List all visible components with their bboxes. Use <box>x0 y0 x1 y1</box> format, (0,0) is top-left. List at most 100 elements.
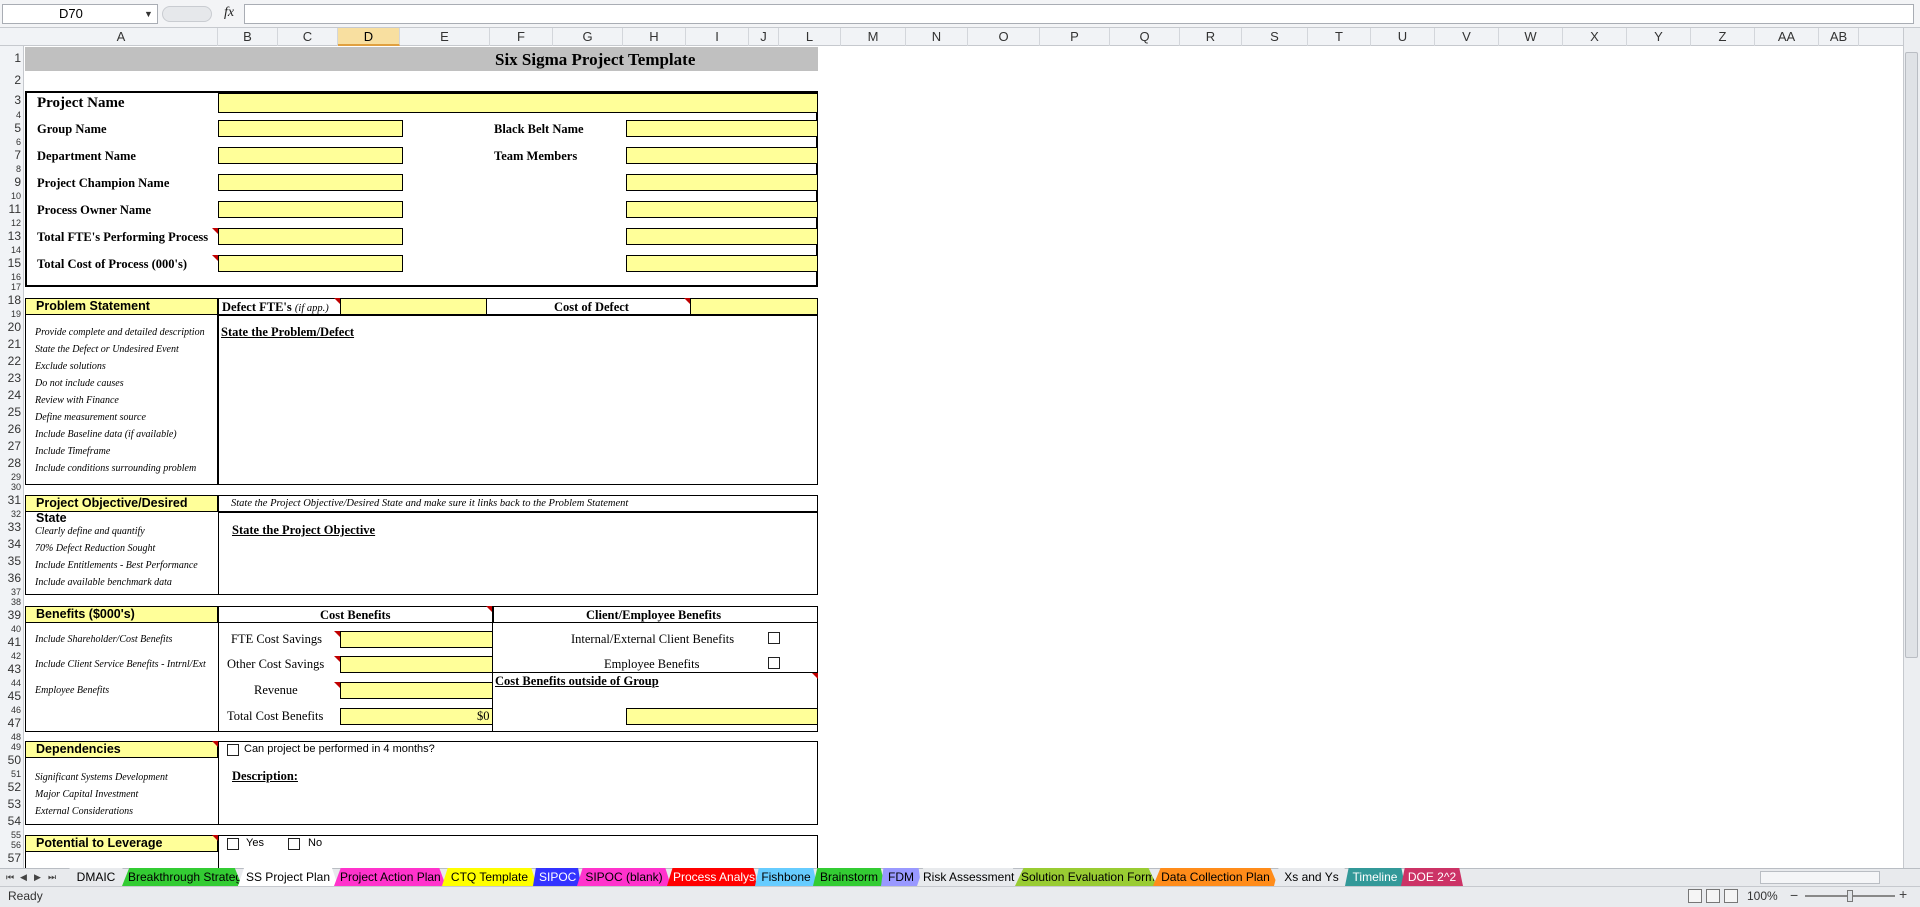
row-header-7[interactable]: 7 <box>0 147 23 164</box>
defect-fte-input[interactable] <box>340 298 487 315</box>
row-header-30[interactable]: 30 <box>0 482 23 492</box>
last-sheet-icon[interactable]: ⏭ <box>48 868 56 886</box>
row-header-3[interactable]: 3 <box>0 90 23 110</box>
row-header-44[interactable]: 44 <box>0 678 23 688</box>
page-break-view-icon[interactable] <box>1724 889 1738 903</box>
row-header-41[interactable]: 41 <box>0 634 23 651</box>
row-header-15[interactable]: 15 <box>0 255 23 272</box>
row-header-14[interactable]: 14 <box>0 245 23 255</box>
column-header-i[interactable]: I <box>686 28 749 46</box>
column-header-w[interactable]: W <box>1499 28 1563 46</box>
sheet-tab[interactable]: Breakthrough Strategy <box>122 868 242 886</box>
column-header-l[interactable]: L <box>779 28 841 46</box>
column-header-f[interactable]: F <box>490 28 553 46</box>
row-header-32[interactable]: 32 <box>0 509 23 519</box>
team-member-input-5[interactable] <box>626 255 818 272</box>
column-header-o[interactable]: O <box>968 28 1040 46</box>
internal-external-checkbox[interactable] <box>768 632 780 644</box>
revenue-input[interactable] <box>340 682 493 699</box>
cost-of-defect-input[interactable] <box>690 298 818 315</box>
column-header-x[interactable]: X <box>1563 28 1627 46</box>
fte-cost-savings-input[interactable] <box>340 631 493 648</box>
row-header-11[interactable]: 11 <box>0 201 23 218</box>
sheet-tab[interactable]: FDM <box>881 868 921 886</box>
formula-bar-resize-handle[interactable] <box>162 6 212 22</box>
row-header-20[interactable]: 20 <box>0 319 23 336</box>
comment-indicator-icon[interactable] <box>486 606 492 612</box>
row-header-12[interactable]: 12 <box>0 218 23 228</box>
column-header-s[interactable]: S <box>1242 28 1308 46</box>
horizontal-scrollbar[interactable] <box>1760 871 1880 884</box>
row-header-57[interactable]: 57 <box>0 850 23 867</box>
row-header-47[interactable]: 47 <box>0 715 23 732</box>
black-belt-input[interactable] <box>626 120 818 137</box>
row-header-2[interactable]: 2 <box>0 70 23 90</box>
row-header-25[interactable]: 25 <box>0 404 23 421</box>
column-header-r[interactable]: R <box>1180 28 1242 46</box>
row-header-6[interactable]: 6 <box>0 137 23 147</box>
column-header-a[interactable]: A <box>25 28 218 46</box>
comment-indicator-icon[interactable] <box>212 255 218 261</box>
column-header-n[interactable]: N <box>906 28 968 46</box>
group-name-input[interactable] <box>218 120 403 137</box>
column-header-b[interactable]: B <box>218 28 278 46</box>
sheet-tab[interactable]: Project Action Plan <box>334 868 446 886</box>
column-header-c[interactable]: C <box>278 28 338 46</box>
row-header-5[interactable]: 5 <box>0 120 23 137</box>
column-header-g[interactable]: G <box>553 28 623 46</box>
sheet-tab[interactable]: SIPOC <box>533 868 581 886</box>
sheet-tab[interactable]: SIPOC (blank) <box>577 868 671 886</box>
row-header-33[interactable]: 33 <box>0 519 23 536</box>
sheet-tab[interactable]: DOE 2^2 <box>1401 868 1463 886</box>
row-header-52[interactable]: 52 <box>0 779 23 796</box>
row-header-29[interactable]: 29 <box>0 472 23 482</box>
leverage-no-checkbox[interactable] <box>288 838 300 850</box>
row-header-4[interactable]: 4 <box>0 110 23 120</box>
row-header-53[interactable]: 53 <box>0 796 23 813</box>
column-header-q[interactable]: Q <box>1110 28 1180 46</box>
comment-indicator-icon[interactable] <box>684 298 690 304</box>
sheet-tab[interactable]: Brainstorm <box>813 868 885 886</box>
zoom-slider-thumb[interactable] <box>1847 890 1853 902</box>
normal-view-icon[interactable] <box>1688 889 1702 903</box>
column-header-v[interactable]: V <box>1435 28 1499 46</box>
sheet-tab[interactable]: Timeline <box>1345 868 1405 886</box>
team-member-input-4[interactable] <box>626 228 818 245</box>
sheet-tab[interactable]: DMAIC <box>66 868 126 886</box>
column-header-m[interactable]: M <box>841 28 906 46</box>
team-member-input-3[interactable] <box>626 201 818 218</box>
row-header-38[interactable]: 38 <box>0 597 23 607</box>
column-header-p[interactable]: P <box>1040 28 1110 46</box>
zoom-level[interactable]: 100% <box>1747 889 1778 903</box>
process-owner-input[interactable] <box>218 201 403 218</box>
column-header-u[interactable]: U <box>1371 28 1435 46</box>
sheet-tab[interactable]: Solution Evaluation Form <box>1015 868 1157 886</box>
column-header-z[interactable]: Z <box>1691 28 1755 46</box>
insert-function-icon[interactable]: fx <box>224 5 234 21</box>
column-header-e[interactable]: E <box>400 28 490 46</box>
sheet-tab[interactable]: Data Collection Plan <box>1153 868 1278 886</box>
zoom-out-icon[interactable]: − <box>1790 887 1798 903</box>
employee-benefits-checkbox[interactable] <box>768 657 780 669</box>
comment-indicator-icon[interactable] <box>334 682 340 688</box>
row-header-40[interactable]: 40 <box>0 624 23 634</box>
row-header-46[interactable]: 46 <box>0 705 23 715</box>
comment-indicator-icon[interactable] <box>334 298 340 304</box>
row-header-27[interactable]: 27 <box>0 438 23 455</box>
row-header-18[interactable]: 18 <box>0 292 23 309</box>
sheet-tab[interactable]: CTQ Template <box>442 868 537 886</box>
worksheet-grid[interactable]: Six Sigma Project Template Project Name … <box>25 47 1903 868</box>
comment-indicator-icon[interactable] <box>812 673 818 679</box>
first-sheet-icon[interactable]: ⏮ <box>6 868 14 886</box>
total-fte-input[interactable] <box>218 228 403 245</box>
row-header-22[interactable]: 22 <box>0 353 23 370</box>
comment-indicator-icon[interactable] <box>212 228 218 234</box>
vertical-scroll-thumb[interactable] <box>1905 52 1918 658</box>
row-header-56[interactable]: 56 <box>0 840 23 850</box>
zoom-in-icon[interactable]: + <box>1899 886 1907 902</box>
column-header-aa[interactable]: AA <box>1755 28 1819 46</box>
other-cost-savings-input[interactable] <box>340 656 493 673</box>
row-header-39[interactable]: 39 <box>0 607 23 624</box>
outside-group-input[interactable] <box>626 708 818 725</box>
formula-input[interactable] <box>244 4 1914 24</box>
